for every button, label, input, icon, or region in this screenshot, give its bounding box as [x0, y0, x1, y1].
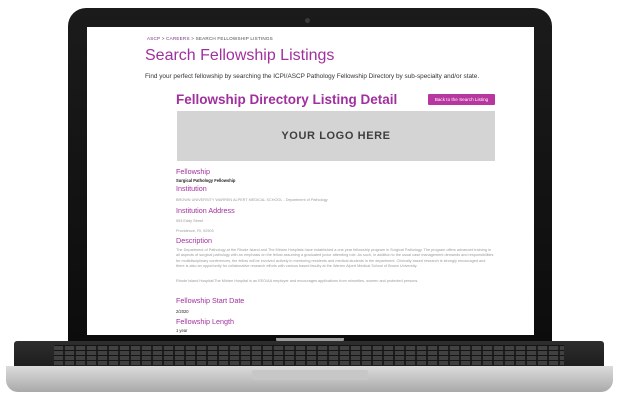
- description-paragraph-1: The Department of Pathology at the Rhode…: [176, 248, 494, 269]
- address-line-2: Providence, RI, 02903: [176, 229, 214, 233]
- back-to-search-button[interactable]: Back to the Search Listing: [428, 94, 495, 105]
- breadcrumb-separator: >: [161, 36, 165, 41]
- keyboard-rows: [54, 345, 564, 365]
- fellowship-length-value: 1 year: [176, 328, 188, 333]
- institution-label: Institution: [176, 184, 207, 193]
- trackpad: [252, 370, 368, 380]
- address-line-1: 593 Eddy Street: [176, 219, 204, 223]
- breadcrumb: ASCP > CAREERS > SEARCH FELLOWSHIP LISTI…: [147, 36, 273, 41]
- breadcrumb-item-current: SEARCH FELLOWSHIP LISTINGS: [195, 36, 273, 41]
- camera-icon: [305, 18, 310, 23]
- laptop-screen: ASCP > CAREERS > SEARCH FELLOWSHIP LISTI…: [87, 27, 534, 335]
- institution-address-label: Institution Address: [176, 206, 235, 215]
- logo-placeholder-text: YOUR LOGO HERE: [281, 130, 391, 142]
- breadcrumb-separator: >: [191, 36, 195, 41]
- start-date-label: Fellowship Start Date: [176, 296, 245, 305]
- fellowship-length-label: Fellowship Length: [176, 317, 234, 326]
- fellowship-value: Surgical Pathology Fellowship: [176, 178, 236, 183]
- description-label: Description: [176, 236, 212, 245]
- institution-value: BROWN UNIVERSITY WARREN ALPERT MEDICAL S…: [176, 198, 328, 202]
- page-intro: Find your perfect fellowship by searchin…: [145, 73, 480, 80]
- breadcrumb-item-ascp[interactable]: ASCP: [147, 36, 160, 41]
- start-date-value: 2/2020: [176, 309, 189, 314]
- detail-title: Fellowship Directory Listing Detail: [176, 92, 398, 107]
- page-title: Search Fellowship Listings: [145, 47, 335, 64]
- description-paragraph-2: Rhode Island Hospital/The Miriam Hospita…: [176, 279, 419, 283]
- breadcrumb-item-careers[interactable]: CAREERS: [166, 36, 190, 41]
- fellowship-label: Fellowship: [176, 167, 210, 176]
- logo-placeholder: YOUR LOGO HERE: [177, 111, 495, 161]
